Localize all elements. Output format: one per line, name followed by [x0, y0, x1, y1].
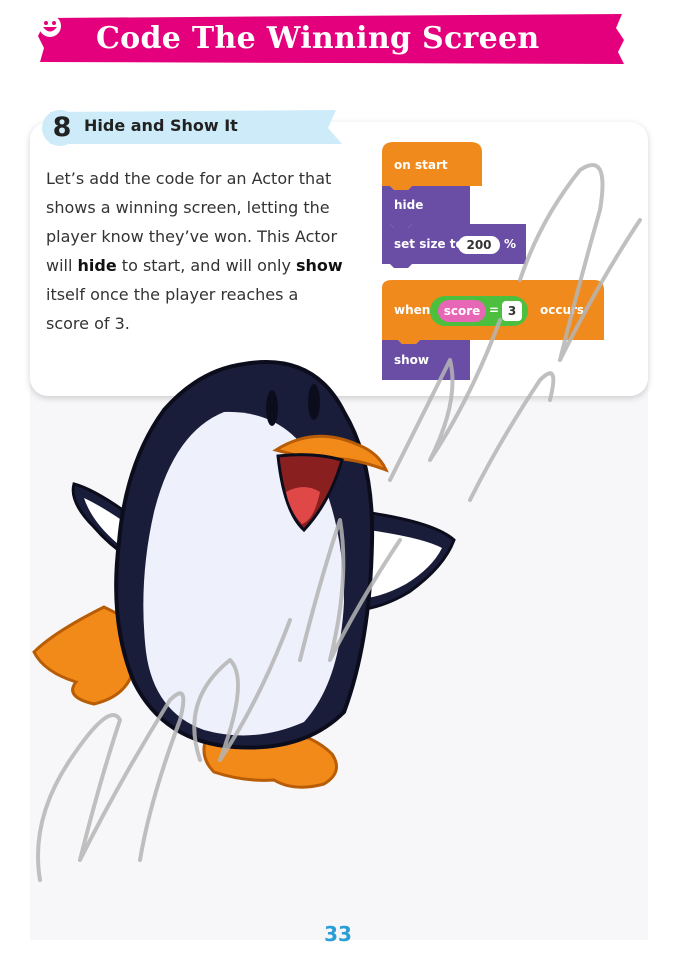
code-blocks: on start hide set size to 200 % when sco… — [380, 140, 610, 385]
compare-value-label: 3 — [507, 304, 517, 318]
show-keyword: show — [296, 256, 343, 275]
score-label: score — [443, 304, 481, 318]
size-value-label: 200 — [466, 238, 492, 252]
step-text-part: to start, and will only — [116, 256, 296, 275]
when-label: when — [394, 303, 431, 317]
percent-label: % — [504, 237, 517, 251]
set-size-label: set size to — [394, 237, 464, 251]
step-header: 8 Hide and Show It — [32, 108, 344, 146]
on-start-label: on start — [394, 158, 448, 172]
step-description: Let’s add the code for an Actor that sho… — [46, 164, 346, 338]
occurs-label: occurs — [540, 303, 585, 317]
smiley-icon — [39, 15, 61, 37]
hide-label: hide — [394, 198, 424, 212]
page-number: 33 — [324, 922, 352, 946]
page-title: Code The Winning Screen — [96, 21, 540, 56]
step-number: 8 — [52, 112, 72, 143]
penguin-illustration — [32, 360, 456, 789]
step-text-part: itself once the player reaches a score o… — [46, 285, 299, 333]
header-banner: Code The Winning Screen — [38, 14, 626, 64]
equals-label: = — [488, 303, 500, 317]
hide-keyword: hide — [77, 256, 117, 275]
step-title: Hide and Show It — [84, 116, 238, 135]
